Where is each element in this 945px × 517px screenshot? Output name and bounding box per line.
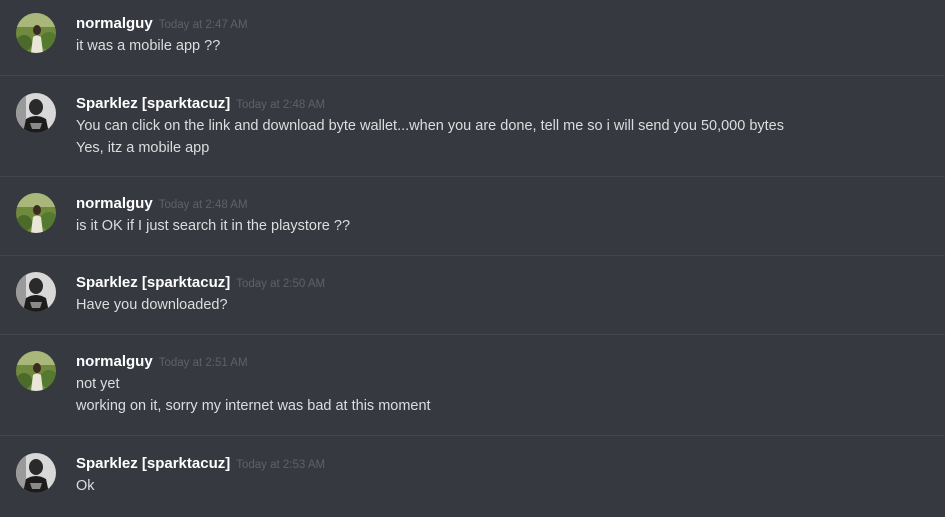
message-group: Sparklez [sparktacuz] Today at 2:50 AM Ha… — [0, 256, 945, 335]
green-field-person-avatar-icon — [16, 351, 56, 391]
username[interactable]: Sparklez [sparktacuz] — [76, 274, 230, 291]
username[interactable]: Sparklez [sparktacuz] — [76, 455, 230, 472]
message-group: normalguy Today at 2:47 AM it was a mobil… — [0, 0, 945, 76]
black-and-white-person-avatar-icon — [16, 453, 56, 493]
avatar[interactable] — [16, 272, 56, 312]
message-text: You can click on the link and download b… — [76, 118, 784, 134]
green-field-person-avatar-icon — [16, 193, 56, 233]
timestamp: Today at 2:47 AM — [158, 19, 248, 31]
message-text: it was a mobile app ?? — [76, 38, 221, 54]
username[interactable]: normalguy — [76, 15, 153, 32]
black-and-white-person-avatar-icon — [16, 93, 56, 133]
message-group: normalguy Today at 2:51 AM not yet workin… — [0, 335, 945, 436]
message-group: Sparklez [sparktacuz] Today at 2:53 AM Ok — [0, 436, 945, 517]
avatar[interactable] — [16, 93, 56, 133]
chat-message-list: normalguy Today at 2:47 AM it was a mobil… — [0, 0, 945, 517]
timestamp: Today at 2:48 AM — [158, 199, 248, 211]
message-group: Sparklez [sparktacuz] Today at 2:48 AM Yo… — [0, 76, 945, 177]
timestamp: Today at 2:50 AM — [236, 278, 326, 290]
message-group: normalguy Today at 2:48 AM is it OK if I … — [0, 177, 945, 256]
timestamp: Today at 2:53 AM — [236, 459, 326, 471]
message-text: not yet — [76, 376, 120, 392]
avatar[interactable] — [16, 193, 56, 233]
message-text: working on it, sorry my internet was bad… — [76, 398, 431, 414]
message-text: Yes, itz a mobile app — [76, 140, 210, 156]
username[interactable]: normalguy — [76, 195, 153, 212]
username[interactable]: Sparklez [sparktacuz] — [76, 95, 230, 112]
black-and-white-person-avatar-icon — [16, 272, 56, 312]
avatar[interactable] — [16, 13, 56, 53]
message-text: is it OK if I just search it in the play… — [76, 218, 351, 234]
avatar[interactable] — [16, 453, 56, 493]
avatar[interactable] — [16, 351, 56, 391]
timestamp: Today at 2:51 AM — [158, 357, 248, 369]
green-field-person-avatar-icon — [16, 13, 56, 53]
username[interactable]: normalguy — [76, 353, 153, 370]
message-text: Ok — [76, 478, 95, 494]
timestamp: Today at 2:48 AM — [236, 99, 326, 111]
message-text: Have you downloaded? — [76, 297, 228, 313]
